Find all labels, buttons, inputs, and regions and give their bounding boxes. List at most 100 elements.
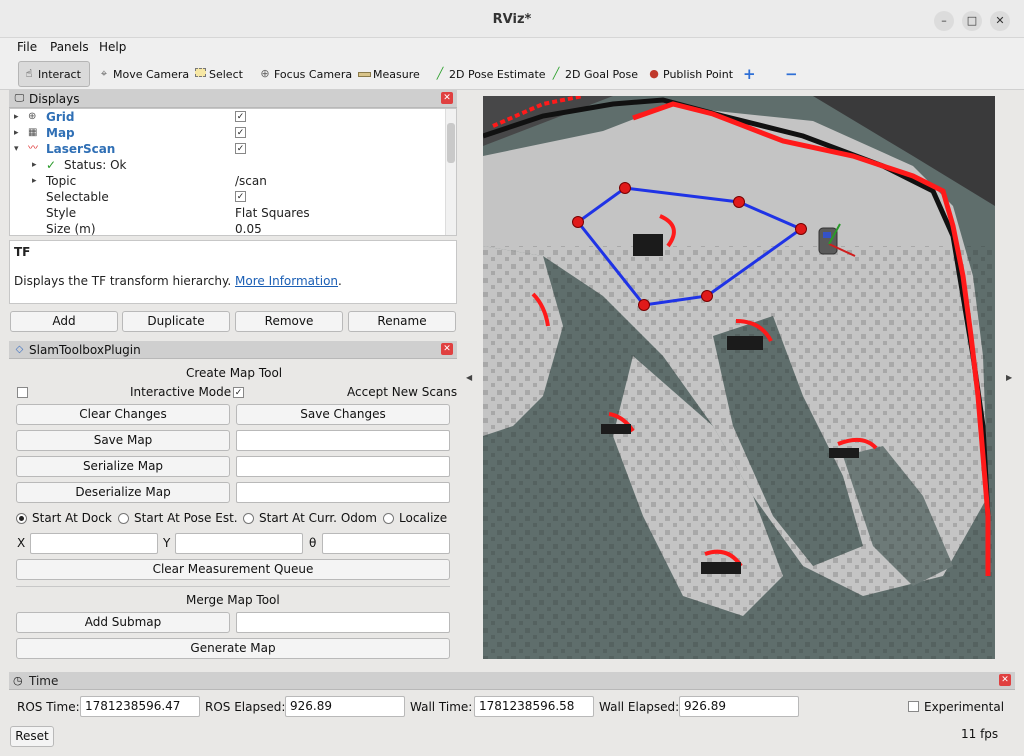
save-changes-button[interactable]: Save Changes xyxy=(236,404,450,425)
close-button[interactable]: ✕ xyxy=(990,11,1010,31)
move-camera-tool[interactable]: ⌖ Move Camera xyxy=(94,61,192,87)
deserialize-map-field[interactable] xyxy=(236,482,450,503)
select-tool[interactable]: Select xyxy=(190,61,246,87)
green-arrow-icon: ╱ xyxy=(552,67,560,80)
start-at-pose-radio[interactable] xyxy=(118,513,129,524)
start-at-dock-label: Start At Dock xyxy=(32,511,112,525)
rename-display-button[interactable]: Rename xyxy=(348,311,456,332)
unlabeled-checkbox[interactable] xyxy=(17,387,28,398)
prop-value-topic[interactable]: /scan xyxy=(235,173,267,189)
tree-row-map[interactable]: ▸ ▦ Map ✓ xyxy=(10,125,446,141)
prop-value-size[interactable]: 0.05 xyxy=(235,221,262,235)
polygon-vertex[interactable] xyxy=(619,182,631,194)
menu-file[interactable]: File xyxy=(17,40,37,54)
tree-row-grid[interactable]: ▸ ⊕ Grid ✓ xyxy=(10,109,446,125)
render-viewport[interactable] xyxy=(483,96,995,659)
collapse-right-arrow-icon[interactable]: ▶ xyxy=(1006,373,1012,382)
tree-row-style[interactable]: Style Flat Squares xyxy=(10,205,446,221)
select-box-icon xyxy=(193,67,207,81)
save-map-field[interactable] xyxy=(236,430,450,451)
expand-arrow-icon[interactable]: ▸ xyxy=(32,173,42,189)
grid-checkbox[interactable]: ✓ xyxy=(235,111,246,122)
polygon-vertex[interactable] xyxy=(733,196,745,208)
theta-field[interactable] xyxy=(322,533,450,554)
close-displays-icon[interactable]: ✕ xyxy=(441,92,453,104)
green-arrow-icon: ╱ xyxy=(436,67,444,80)
pose-estimate-tool[interactable]: ╱ 2D Pose Estimate xyxy=(430,61,549,87)
x-field[interactable] xyxy=(30,533,158,554)
clear-measurement-queue-button[interactable]: Clear Measurement Queue xyxy=(16,559,450,580)
tree-label-laserscan: LaserScan xyxy=(46,142,116,156)
diamond-icon: ◇ xyxy=(15,344,24,355)
focus-camera-tool[interactable]: ⊕ Focus Camera xyxy=(255,61,355,87)
polygon-vertex[interactable] xyxy=(572,216,584,228)
remove-display-button[interactable]: Remove xyxy=(235,311,343,332)
maximize-button[interactable]: □ xyxy=(962,11,982,31)
wall-elapsed-field[interactable]: 926.89 xyxy=(679,696,799,717)
tree-row-selectable[interactable]: Selectable ✓ xyxy=(10,189,446,205)
displays-title: Displays xyxy=(29,92,80,106)
prop-value-style[interactable]: Flat Squares xyxy=(235,205,310,221)
interact-tool[interactable]: ☝ Interact xyxy=(18,61,90,87)
reset-button[interactable]: Reset xyxy=(10,726,54,747)
ros-time-field[interactable]: 1781238596.47 xyxy=(80,696,200,717)
save-map-button[interactable]: Save Map xyxy=(16,430,230,451)
menu-panels[interactable]: Panels xyxy=(50,40,89,54)
start-at-odom-radio[interactable] xyxy=(243,513,254,524)
scrollbar-thumb[interactable] xyxy=(447,123,455,163)
tree-row-laserscan[interactable]: ▾ 〰 LaserScan ✓ xyxy=(10,141,446,157)
duplicate-display-button[interactable]: Duplicate xyxy=(122,311,230,332)
accept-new-scans-label: Accept New Scans xyxy=(347,385,458,399)
tree-row-topic[interactable]: ▸ Topic /scan xyxy=(10,173,446,189)
prop-label-topic: Topic xyxy=(46,174,77,188)
more-information-link[interactable]: More Information xyxy=(235,274,338,288)
generate-map-button[interactable]: Generate Map xyxy=(16,638,450,659)
goal-pose-tool[interactable]: ╱ 2D Goal Pose xyxy=(546,61,641,87)
map-render[interactable] xyxy=(483,96,995,659)
description-title: TF xyxy=(14,245,31,259)
deserialize-map-button[interactable]: Deserialize Map xyxy=(16,482,230,503)
expand-arrow-icon[interactable]: ▸ xyxy=(14,125,24,141)
add-submap-field[interactable] xyxy=(236,612,450,633)
close-slam-icon[interactable]: ✕ xyxy=(441,343,453,355)
measure-tool[interactable]: Measure xyxy=(354,61,423,87)
laserscan-checkbox[interactable]: ✓ xyxy=(235,143,246,154)
expand-arrow-icon[interactable]: ▸ xyxy=(14,109,24,125)
clear-changes-button[interactable]: Clear Changes xyxy=(16,404,230,425)
y-field[interactable] xyxy=(175,533,303,554)
polygon-vertex[interactable] xyxy=(638,299,650,311)
minimize-button[interactable]: – xyxy=(934,11,954,31)
goal-pose-label: 2D Goal Pose xyxy=(565,67,638,81)
tree-row-size[interactable]: Size (m) 0.05 xyxy=(10,221,446,235)
selectable-checkbox[interactable]: ✓ xyxy=(235,191,246,202)
tree-scrollbar[interactable] xyxy=(445,109,456,235)
menu-help[interactable]: Help xyxy=(99,40,126,54)
ros-elapsed-field[interactable]: 926.89 xyxy=(285,696,405,717)
start-at-dock-radio[interactable] xyxy=(16,513,27,524)
polygon-vertex[interactable] xyxy=(795,223,807,235)
serialize-map-button[interactable]: Serialize Map xyxy=(16,456,230,477)
serialize-map-field[interactable] xyxy=(236,456,450,477)
tree-row-status[interactable]: ▸ ✓ Status: Ok xyxy=(10,157,446,173)
add-submap-button[interactable]: Add Submap xyxy=(16,612,230,633)
title-bar: RViz* – □ ✕ xyxy=(0,0,1024,38)
monitor-icon: 🖵 xyxy=(14,93,25,104)
publish-point-tool[interactable]: ● Publish Point xyxy=(644,61,736,87)
polygon-vertex[interactable] xyxy=(701,290,713,302)
collapse-left-arrow-icon[interactable]: ◀ xyxy=(466,373,472,382)
localize-radio[interactable] xyxy=(383,513,394,524)
add-tool-button[interactable]: + xyxy=(740,61,759,87)
pose-estimate-label: 2D Pose Estimate xyxy=(449,67,546,81)
start-at-odom-label: Start At Curr. Odom xyxy=(259,511,377,525)
wall-time-field[interactable]: 1781238596.58 xyxy=(474,696,594,717)
interactive-mode-checkbox[interactable]: ✓ xyxy=(233,387,244,398)
close-time-icon[interactable]: ✕ xyxy=(999,674,1011,686)
description-text: Displays the TF transform hierarchy. Mor… xyxy=(14,274,342,288)
expand-arrow-icon[interactable]: ▸ xyxy=(32,157,42,173)
collapse-arrow-icon[interactable]: ▾ xyxy=(14,141,24,157)
experimental-checkbox[interactable] xyxy=(908,701,919,712)
add-display-button[interactable]: Add xyxy=(10,311,118,332)
map-checkbox[interactable]: ✓ xyxy=(235,127,246,138)
remove-tool-button[interactable]: − xyxy=(782,61,801,87)
start-at-pose-label: Start At Pose Est. xyxy=(134,511,238,525)
